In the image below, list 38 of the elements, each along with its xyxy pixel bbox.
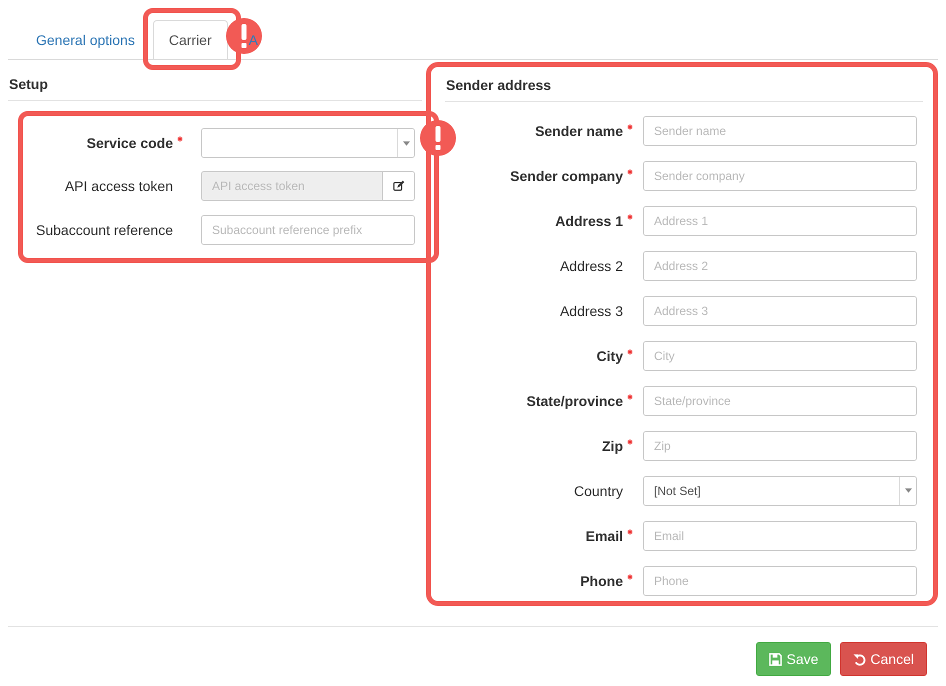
field-label: State/province [526,392,623,408]
input-field[interactable]: Sender name [643,116,917,146]
field-label: Email [586,528,623,544]
tab[interactable]: Carrier [152,20,228,59]
input-field[interactable]: Address 3 [643,296,917,326]
cancel-button[interactable]: Cancel [840,642,927,676]
undo-icon [853,652,866,666]
input-field[interactable]: Email [643,520,917,550]
input-field[interactable]: City [643,340,917,370]
input-field[interactable]: Phone [643,566,917,596]
section-title: Sender address [445,67,923,102]
field-label: Address 3 [560,302,623,318]
caret-icon [904,488,912,493]
tab[interactable]: General options [20,20,151,59]
input-field[interactable]: Sender company [643,160,917,190]
field-label: Subaccount reference [36,222,173,238]
field-label: API access token [64,178,173,194]
input-field[interactable]: Address 1 [643,206,917,236]
section-title: Setup [8,60,422,101]
field-label: Address 1 [555,212,623,228]
input-field[interactable]: State/province [643,386,917,416]
caret-icon [402,140,410,146]
dropdown[interactable]: [Not Set] [643,476,917,506]
field-label: City [596,348,623,364]
field-label: Phone [580,572,623,588]
save-button[interactable]: Save [756,642,832,676]
field-label: Sender company [510,168,623,184]
field-label: Address 2 [560,258,623,274]
edit-icon [392,180,404,192]
input-field[interactable]: Subaccount reference prefix [201,215,415,245]
field-label: Service code [86,135,173,151]
field-label: Zip [602,438,623,454]
field-label: Country [574,482,623,498]
floppy-icon [769,652,782,666]
input-field[interactable]: Address 2 [643,250,917,280]
input-field[interactable]: Zip [643,430,917,460]
field-label: Sender name [535,122,623,138]
edit-button[interactable] [383,171,415,201]
